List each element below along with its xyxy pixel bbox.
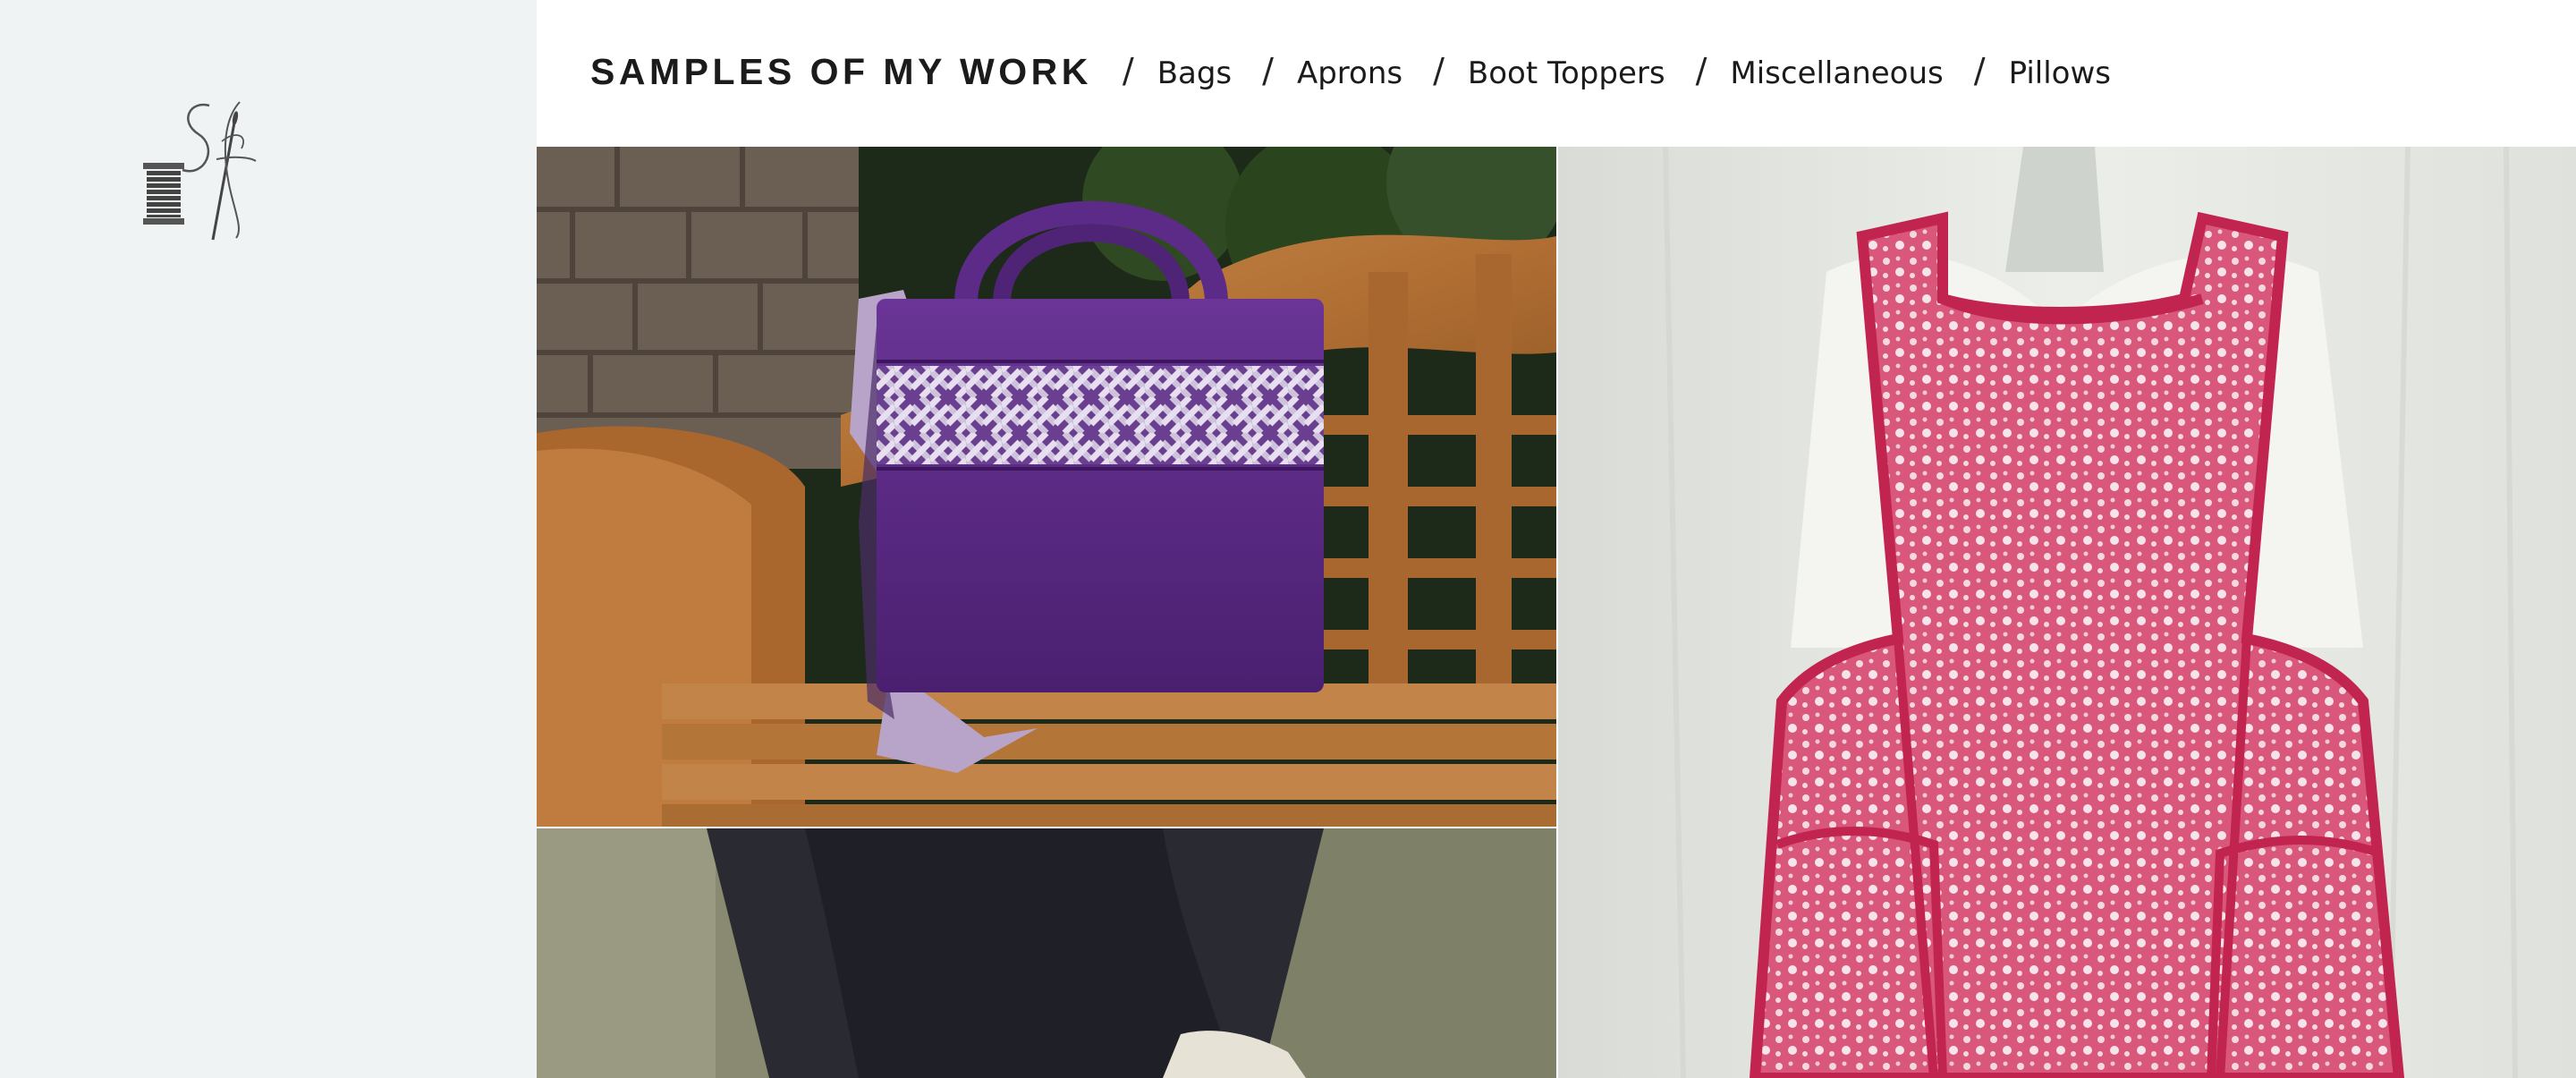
page-title: SAMPLES OF MY WORK: [590, 50, 1092, 92]
nav-link-pillows[interactable]: Pillows: [2009, 55, 2111, 91]
purple-tote-bag-photo: [537, 147, 1556, 827]
boot-topper-photo: [537, 828, 1556, 1078]
nav-link-aprons[interactable]: Aprons: [1297, 55, 1402, 91]
work-gallery: [537, 147, 2576, 1078]
gallery-item-purple-tote-bag[interactable]: [537, 147, 1556, 827]
nav-link-boot-toppers[interactable]: Boot Toppers: [1468, 55, 1665, 91]
top-navigation: SAMPLES OF MY WORK / Bags / Aprons / Boo…: [537, 0, 2576, 147]
category-nav: / Bags / Aprons / Boot Toppers / Miscell…: [1092, 51, 2111, 91]
nav-separator: /: [1695, 51, 1707, 90]
nav-separator: /: [1973, 51, 1986, 90]
gallery-item-boot-topper[interactable]: [537, 828, 1556, 1078]
nav-separator: /: [1262, 51, 1274, 90]
spool-and-needle-icon: [143, 101, 257, 241]
nav-separator: /: [1433, 51, 1445, 90]
nav-separator: /: [1122, 51, 1134, 90]
sidebar: [0, 0, 537, 1078]
nav-link-bags[interactable]: Bags: [1157, 55, 1232, 91]
gallery-item-pink-apron[interactable]: [1558, 147, 2576, 1078]
nav-link-miscellaneous[interactable]: Miscellaneous: [1730, 55, 1943, 91]
pink-floral-apron-photo: [1558, 147, 2576, 1078]
site-logo[interactable]: [136, 95, 261, 247]
